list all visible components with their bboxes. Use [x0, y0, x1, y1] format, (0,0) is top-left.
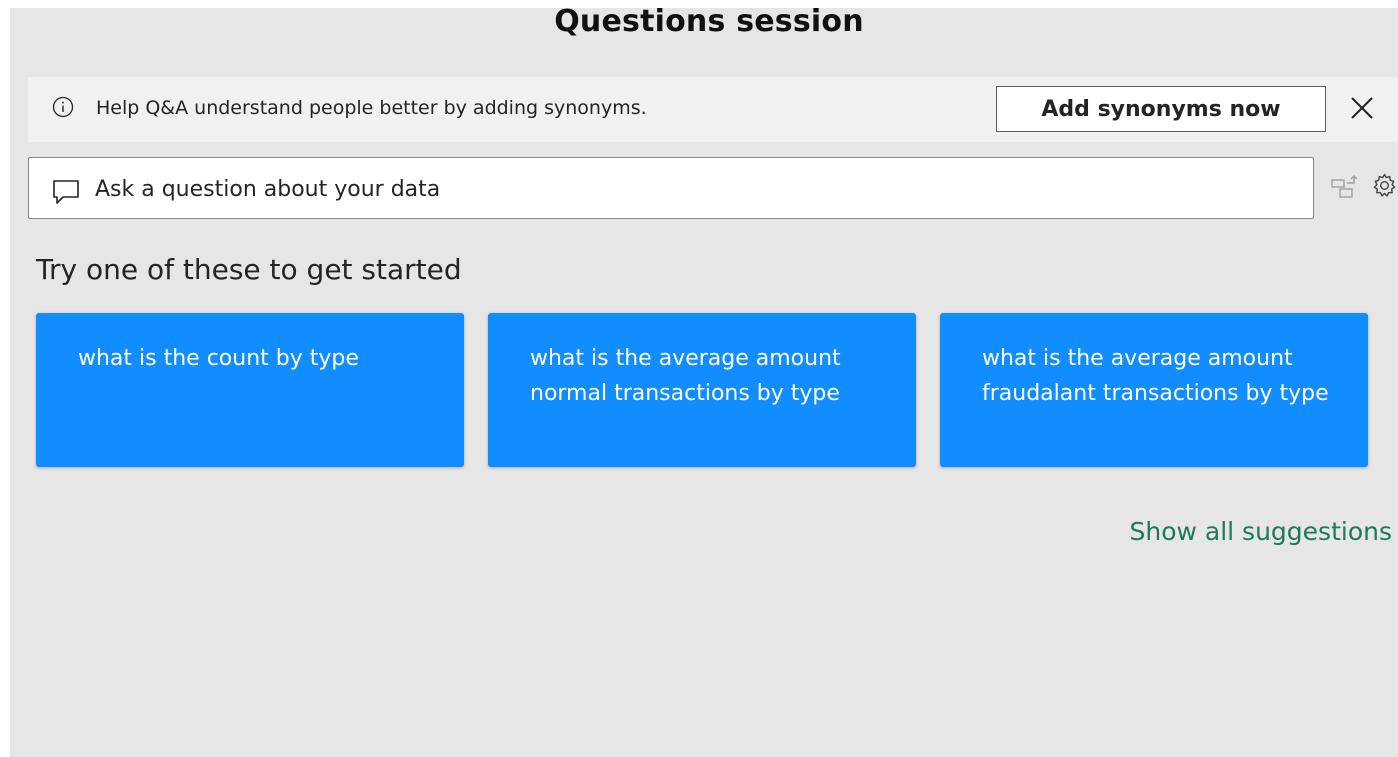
turn-into-visual-icon[interactable] [1330, 172, 1360, 202]
suggestion-card[interactable]: what is the average amount fraudalant tr… [940, 313, 1368, 467]
add-synonyms-button[interactable]: Add synonyms now [996, 86, 1326, 132]
info-icon [52, 96, 74, 118]
add-synonyms-label: Add synonyms now [1041, 96, 1281, 122]
suggestion-text: what is the average amount fraudalant tr… [982, 346, 1329, 406]
page-title: Questions session [554, 4, 864, 39]
suggestions-heading: Try one of these to get started [36, 253, 462, 286]
gear-icon[interactable] [1371, 172, 1398, 199]
chat-icon [53, 180, 79, 204]
suggestion-text: what is the average amount normal transa… [530, 346, 841, 406]
question-input-placeholder: Ask a question about your data [95, 177, 441, 202]
suggestion-text: what is the count by type [78, 346, 359, 371]
close-icon[interactable] [1346, 92, 1378, 124]
suggestion-card[interactable]: what is the count by type [36, 313, 464, 467]
banner-message: Help Q&A understand people better by add… [96, 97, 647, 119]
show-all-suggestions-link[interactable]: Show all suggestions [1130, 517, 1393, 546]
suggestion-card[interactable]: what is the average amount normal transa… [488, 313, 916, 467]
